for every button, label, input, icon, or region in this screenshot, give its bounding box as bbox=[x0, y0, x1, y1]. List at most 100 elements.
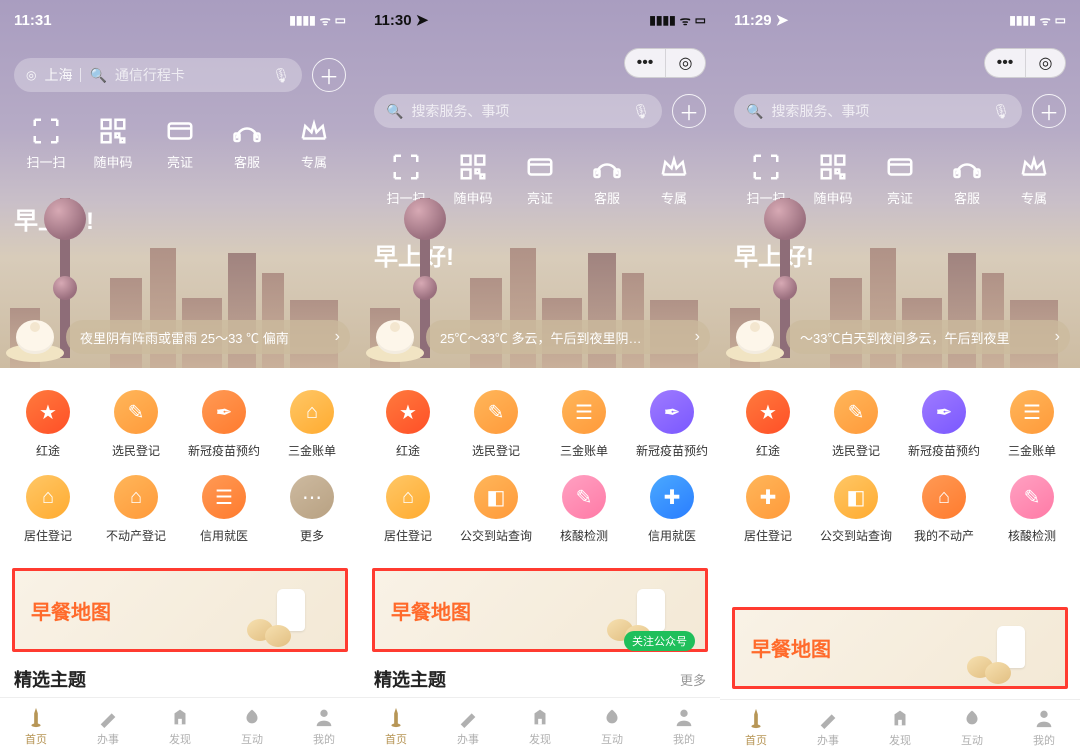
tab-affairs-icon bbox=[97, 706, 119, 728]
quick-action-crown[interactable]: 专属 bbox=[286, 118, 342, 171]
service-item[interactable]: ★红途 bbox=[364, 382, 452, 467]
section-more-link[interactable]: 更多 bbox=[680, 670, 706, 689]
capsule-menu-button[interactable]: ••• bbox=[625, 49, 665, 77]
quick-action-card[interactable]: 亮证 bbox=[872, 154, 928, 207]
quick-action-scan[interactable]: 扫一扫 bbox=[738, 154, 794, 207]
tab-mine[interactable]: 我的 bbox=[288, 698, 360, 755]
tab-affairs[interactable]: 办事 bbox=[72, 698, 144, 755]
service-label: 红途 bbox=[756, 442, 780, 459]
service-item[interactable]: ◧公交到站查询 bbox=[452, 467, 540, 552]
service-item[interactable]: ✎选民登记 bbox=[92, 382, 180, 467]
search-box[interactable]: 🔍 搜索服务、事项 🎙 bbox=[374, 94, 662, 128]
tab-bar: 首页办事 发现互动我的 bbox=[0, 697, 360, 755]
add-button[interactable]: ＋ bbox=[672, 94, 706, 128]
quick-action-service[interactable]: 客服 bbox=[579, 154, 635, 207]
service-item[interactable]: ⌂我的不动产 bbox=[900, 467, 988, 552]
service-item[interactable]: ☰三金账单 bbox=[540, 382, 628, 467]
service-item[interactable]: ✒新冠疫苗预约 bbox=[628, 382, 716, 467]
service-item[interactable]: ✎核酸检测 bbox=[988, 467, 1076, 552]
tab-interact[interactable]: 互动 bbox=[216, 698, 288, 755]
service-item[interactable]: ☰信用就医 bbox=[180, 467, 268, 552]
quick-action-qrcode[interactable]: 随申码 bbox=[445, 154, 501, 207]
quick-action-card[interactable]: 亮证 bbox=[512, 154, 568, 207]
search-placeholder: 搜索服务、事项 bbox=[411, 101, 509, 121]
voice-icon[interactable]: 🎙 bbox=[992, 103, 1010, 120]
voice-icon[interactable]: 🎙 bbox=[632, 103, 650, 120]
search-box[interactable]: 🔍 搜索服务、事项 🎙 bbox=[734, 94, 1022, 128]
weather-pill[interactable]: 25℃～33℃ 多云，午后到夜里阴… › bbox=[426, 320, 710, 354]
capsule-menu-button[interactable]: ••• bbox=[985, 49, 1025, 77]
tab-interact[interactable]: 互动 bbox=[576, 698, 648, 755]
service-item[interactable]: ★红途 bbox=[724, 382, 812, 467]
breakfast-map-banner[interactable]: 早餐地图 bbox=[732, 607, 1068, 689]
capsule-close-button[interactable]: ◎ bbox=[665, 49, 705, 77]
add-button[interactable]: ＋ bbox=[1032, 94, 1066, 128]
search-box[interactable]: ◎ 上海 🔍 通信行程卡 🎙 bbox=[14, 58, 302, 92]
tab-interact[interactable]: 互动 bbox=[936, 700, 1008, 755]
tab-home[interactable]: 首页 bbox=[0, 698, 72, 755]
add-button[interactable]: ＋ bbox=[312, 58, 346, 92]
tab-mine[interactable]: 我的 bbox=[1008, 700, 1080, 755]
tab-mine[interactable]: 我的 bbox=[648, 698, 720, 755]
quick-action-crown[interactable]: 专属 bbox=[646, 154, 702, 207]
service-icon: ◧ bbox=[834, 475, 878, 519]
service-icon: ★ bbox=[26, 390, 70, 434]
tab-discover[interactable]: 发现 bbox=[504, 698, 576, 755]
quick-action-scan[interactable]: 扫一扫 bbox=[18, 118, 74, 171]
scan-icon bbox=[751, 154, 781, 180]
quick-action-scan[interactable]: 扫一扫 bbox=[378, 154, 434, 207]
service-item[interactable]: ✚信用就医 bbox=[628, 467, 716, 552]
quick-action-service[interactable]: 客服 bbox=[219, 118, 275, 171]
weather-bar[interactable]: ～33℃白天到夜间多云，午后到夜里 › bbox=[720, 308, 1080, 362]
service-item[interactable]: ⌂不动产登记 bbox=[92, 467, 180, 552]
quick-action-qrcode[interactable]: 随申码 bbox=[85, 118, 141, 171]
service-item[interactable]: ☰三金账单 bbox=[988, 382, 1076, 467]
weather-pill[interactable]: ～33℃白天到夜间多云，午后到夜里 › bbox=[786, 320, 1070, 354]
card-icon bbox=[525, 154, 555, 180]
service-item[interactable]: ✒新冠疫苗预约 bbox=[900, 382, 988, 467]
service-item[interactable]: ◧ 公交到站查询 bbox=[812, 467, 900, 552]
tab-label: 办事 bbox=[97, 731, 119, 747]
baozi-icon bbox=[366, 308, 426, 362]
service-item[interactable]: ✎核酸检测 bbox=[540, 467, 628, 552]
tab-discover[interactable]: 发现 bbox=[864, 700, 936, 755]
tab-home[interactable]: 首页 bbox=[360, 698, 432, 755]
service-item[interactable]: ✎选民登记 bbox=[452, 382, 540, 467]
service-item[interactable]: ⌂居住登记 bbox=[4, 467, 92, 552]
quick-action-label: 扫一扫 bbox=[746, 188, 785, 207]
service-item[interactable]: ✚居住登记 bbox=[724, 467, 812, 552]
tab-discover[interactable]: 发现 bbox=[144, 698, 216, 755]
service-icon: ⌂ bbox=[386, 475, 430, 519]
service-item[interactable]: ⋯更多 bbox=[268, 467, 356, 552]
service-item[interactable]: ⌂居住登记 bbox=[364, 467, 452, 552]
tab-label: 我的 bbox=[1033, 732, 1055, 748]
service-icon: ⌂ bbox=[290, 390, 334, 434]
tab-affairs[interactable]: 办事 bbox=[432, 698, 504, 755]
service-label: 公交到站查询 bbox=[820, 527, 892, 544]
quick-action-crown[interactable]: 专属 bbox=[1006, 154, 1062, 207]
service-item[interactable]: ⌂三金账单 bbox=[268, 382, 356, 467]
voice-icon[interactable]: 🎙 bbox=[272, 67, 290, 84]
follow-badge[interactable]: 关注公众号 bbox=[624, 631, 695, 651]
breakfast-map-banner[interactable]: 早餐地图 关注公众号 bbox=[372, 568, 708, 652]
tab-home[interactable]: 首页 bbox=[720, 700, 792, 755]
tab-affairs[interactable]: 办事 bbox=[792, 700, 864, 755]
search-divider bbox=[80, 68, 81, 82]
quick-action-label: 扫一扫 bbox=[26, 152, 65, 171]
service-item[interactable]: ✎选民登记 bbox=[812, 382, 900, 467]
tab-home-icon bbox=[25, 706, 47, 728]
tab-label: 发现 bbox=[889, 732, 911, 748]
quick-action-qrcode[interactable]: 随申码 bbox=[805, 154, 861, 207]
quick-action-service[interactable]: 客服 bbox=[939, 154, 995, 207]
weather-bar[interactable]: 夜里阴有阵雨或雷雨 25～33 ℃ 偏南 › bbox=[0, 308, 360, 362]
search-row: ◎ 上海 🔍 通信行程卡 🎙 ＋ bbox=[14, 58, 346, 92]
capsule-close-button[interactable]: ◎ bbox=[1025, 49, 1065, 77]
service-item[interactable]: ★红途 bbox=[4, 382, 92, 467]
status-bar: 11:29 ➤ ▮▮▮▮ ᯤ ▭ bbox=[734, 8, 1066, 32]
breakfast-map-banner[interactable]: 早餐地图 bbox=[12, 568, 348, 652]
weather-pill[interactable]: 夜里阴有阵雨或雷雨 25～33 ℃ 偏南 › bbox=[66, 320, 350, 354]
crown-icon bbox=[659, 154, 689, 180]
quick-action-card[interactable]: 亮证 bbox=[152, 118, 208, 171]
weather-bar[interactable]: 25℃～33℃ 多云，午后到夜里阴… › bbox=[360, 308, 720, 362]
service-item[interactable]: ✒新冠疫苗预约 bbox=[180, 382, 268, 467]
